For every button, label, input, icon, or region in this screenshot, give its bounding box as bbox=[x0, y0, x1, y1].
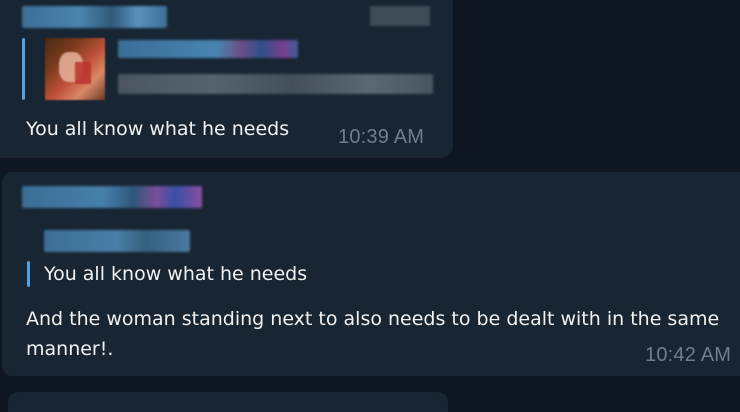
message-text: And the woman standing next to also need… bbox=[26, 308, 720, 360]
message-bubble[interactable] bbox=[8, 392, 448, 412]
reply-thumbnail bbox=[45, 38, 105, 100]
sender-name-redacted bbox=[22, 6, 167, 28]
reply-accent-bar bbox=[27, 261, 30, 287]
message-bubble[interactable]: You all know what he needs And the woman… bbox=[2, 172, 740, 376]
message-bubble[interactable]: You all know what he needs 10:39 AM bbox=[0, 0, 453, 158]
reply-quote-text: You all know what he needs bbox=[44, 263, 308, 285]
message-timestamp: 10:39 AM bbox=[338, 126, 425, 148]
reply-author-redacted bbox=[118, 40, 298, 58]
reply-preview-redacted bbox=[118, 74, 433, 94]
reply-author-redacted bbox=[44, 230, 190, 252]
message-timestamp: 10:42 AM bbox=[645, 344, 732, 366]
header-meta-redacted bbox=[370, 6, 430, 26]
reply-accent-bar bbox=[22, 38, 25, 100]
sender-name-redacted bbox=[22, 186, 202, 208]
message-text: You all know what he needs bbox=[26, 118, 290, 140]
